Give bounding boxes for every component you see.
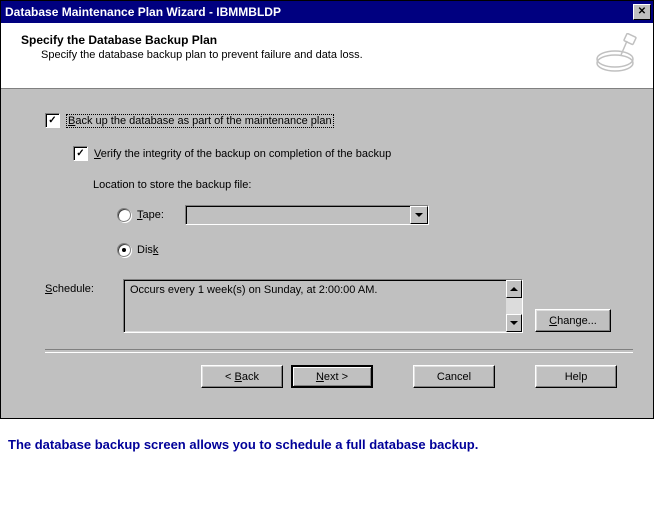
verify-checkbox-label: Verify the integrity of the backup on co… — [94, 148, 391, 160]
wizard-body: Back up the database as part of the main… — [1, 89, 653, 418]
tape-dropdown-button[interactable] — [410, 206, 428, 224]
close-button[interactable]: ✕ — [633, 4, 651, 20]
page-title: Specify the Database Backup Plan — [21, 33, 363, 47]
cancel-button[interactable]: Cancel — [413, 365, 495, 388]
tape-dropdown[interactable] — [185, 205, 429, 225]
back-button[interactable]: < Back — [201, 365, 283, 388]
header-text: Specify the Database Backup Plan Specify… — [21, 33, 363, 61]
chevron-up-icon — [510, 287, 518, 291]
tape-radio-label: Tape: — [137, 209, 175, 221]
divider — [45, 349, 633, 353]
backup-icon — [593, 33, 641, 78]
change-button[interactable]: Change... — [535, 309, 611, 332]
page-subtitle: Specify the database backup plan to prev… — [41, 49, 363, 61]
figure-caption: The database backup screen allows you to… — [0, 419, 662, 462]
schedule-scrollbar[interactable] — [506, 280, 522, 332]
backup-checkbox-label: Back up the database as part of the main… — [66, 114, 334, 128]
disk-radio-row[interactable]: Disk — [117, 243, 633, 257]
wizard-footer: < Back Next > Cancel Help — [45, 365, 633, 402]
schedule-label: Schedule: — [45, 279, 123, 295]
scroll-up-button[interactable] — [506, 280, 522, 298]
location-label: Location to store the backup file: — [93, 179, 633, 191]
next-button[interactable]: Next > — [291, 365, 373, 388]
wizard-header: Specify the Database Backup Plan Specify… — [1, 23, 653, 89]
chevron-down-icon — [415, 213, 423, 217]
tape-radio-row[interactable]: Tape: — [117, 205, 633, 225]
backup-checkbox[interactable] — [45, 113, 60, 128]
schedule-row: Schedule: Occurs every 1 week(s) on Sund… — [45, 279, 633, 333]
help-button[interactable]: Help — [535, 365, 617, 388]
disk-radio[interactable] — [117, 243, 131, 257]
schedule-textbox[interactable]: Occurs every 1 week(s) on Sunday, at 2:0… — [123, 279, 523, 333]
disk-radio-label: Disk — [137, 244, 175, 256]
tape-radio[interactable] — [117, 208, 131, 222]
tape-dropdown-value — [186, 206, 410, 224]
verify-checkbox-row[interactable]: Verify the integrity of the backup on co… — [73, 146, 633, 161]
schedule-text: Occurs every 1 week(s) on Sunday, at 2:0… — [124, 280, 506, 332]
chevron-down-icon — [510, 321, 518, 325]
titlebar: Database Maintenance Plan Wizard - IBMMB… — [1, 1, 653, 23]
close-icon: ✕ — [638, 7, 646, 17]
verify-checkbox[interactable] — [73, 146, 88, 161]
backup-checkbox-row[interactable]: Back up the database as part of the main… — [45, 113, 633, 128]
window-title: Database Maintenance Plan Wizard - IBMMB… — [5, 5, 281, 19]
wizard-window: Database Maintenance Plan Wizard - IBMMB… — [0, 0, 654, 419]
scroll-down-button[interactable] — [506, 314, 522, 332]
